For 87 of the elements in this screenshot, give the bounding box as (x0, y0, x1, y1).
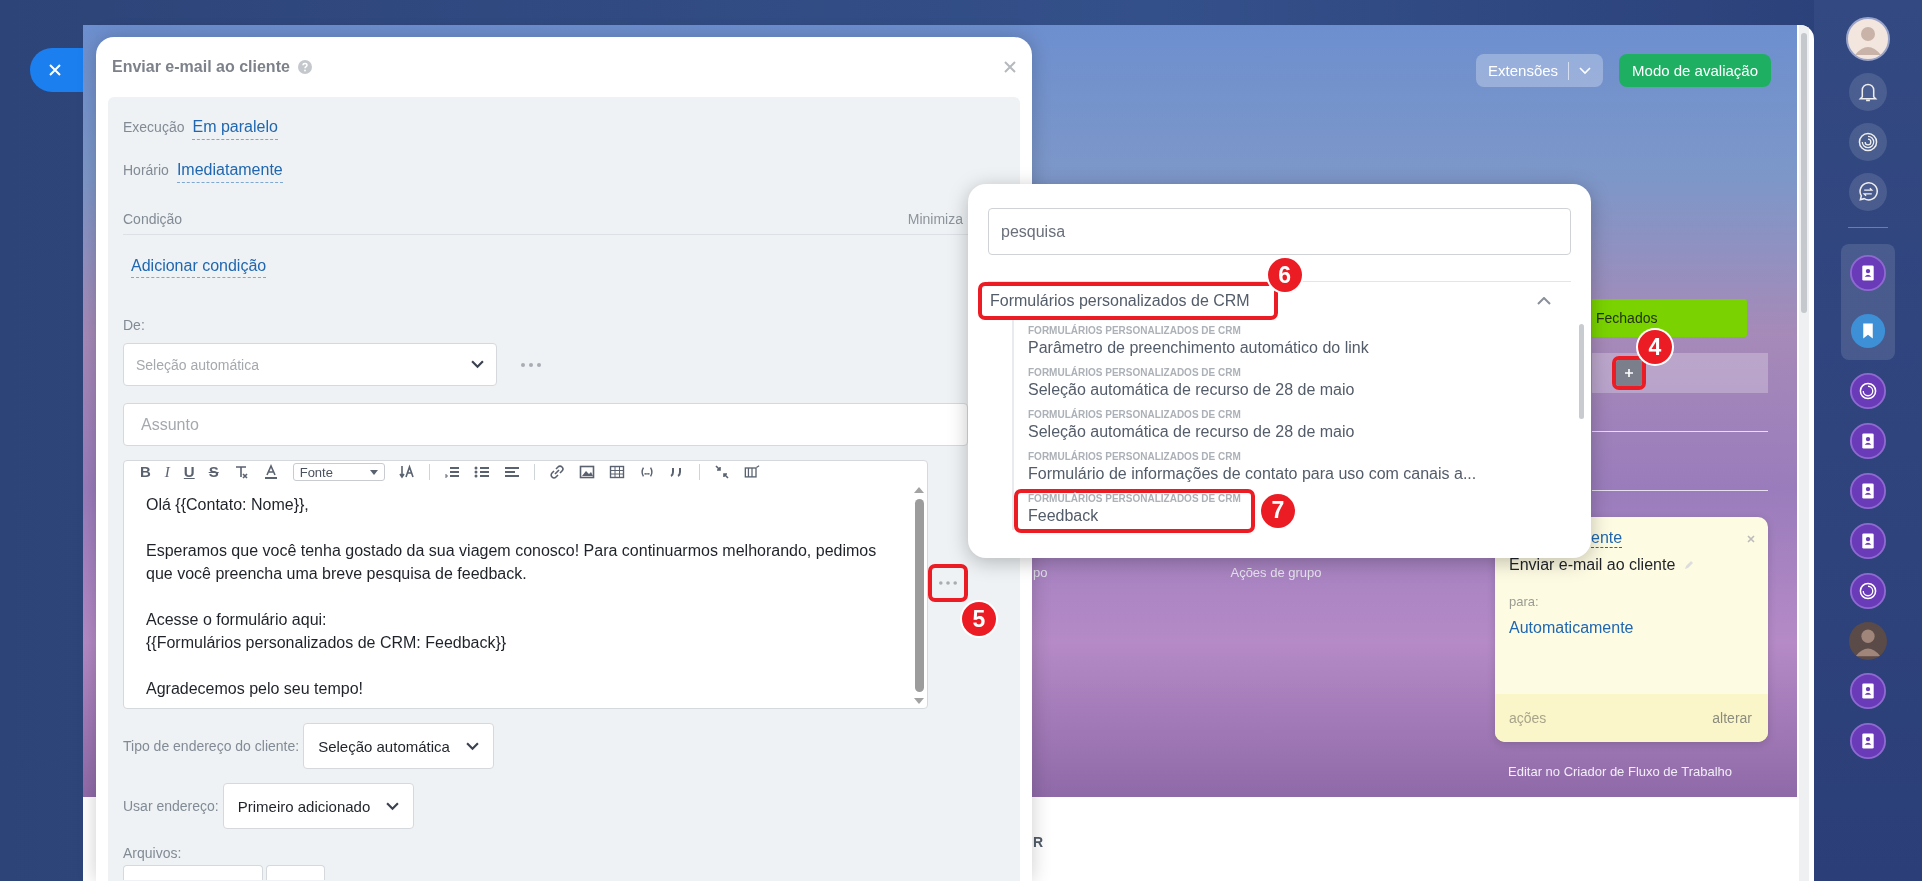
table-icon[interactable] (608, 464, 625, 480)
use-address-select[interactable]: Primeiro adicionado (222, 783, 415, 829)
spiral-icon[interactable] (1849, 572, 1887, 610)
contact-book-icon[interactable] (1849, 254, 1887, 292)
dialog-title: Enviar e-mail ao cliente (112, 58, 290, 76)
bell-icon[interactable] (1849, 73, 1887, 111)
chevron-icon (471, 360, 484, 369)
caret-icon (369, 469, 378, 475)
list-item[interactable]: FORMULÁRIOS PERSONALIZADOS DE CRM Parâmetro de preenchimento automático do link (1028, 325, 1369, 359)
change-link[interactable]: alterar (1712, 710, 1752, 726)
spiral-icon[interactable] (1849, 372, 1887, 410)
scrollbar[interactable] (1799, 25, 1809, 881)
contact-book-icon[interactable] (1849, 472, 1887, 510)
bookmark-icon[interactable] (1849, 312, 1887, 350)
contact-book-icon[interactable] (1849, 672, 1887, 710)
step-marker: 7 (1260, 493, 1295, 528)
item-label: Seleção automática de recurso de 28 de maio (1028, 422, 1355, 442)
format-button[interactable]: I (164, 464, 170, 480)
step-marker: 6 (1267, 258, 1302, 292)
text-color-icon[interactable] (262, 464, 279, 480)
list-item[interactable]: FORMULÁRIOS PERSONALIZADOS DE CRM Seleção automática de recurso de 28 de maio (1028, 367, 1355, 401)
chevron-icon[interactable] (1537, 297, 1551, 305)
plus-icon (1624, 368, 1634, 378)
chevron-icon (386, 801, 400, 811)
card-title: Enviar e-mail ao cliente (1509, 556, 1676, 574)
add-condition-link[interactable]: Adicionar condição (131, 257, 267, 278)
avatar-icon[interactable] (1846, 17, 1890, 61)
recipient-link[interactable]: Automaticamente (1495, 609, 1768, 637)
item-category: FORMULÁRIOS PERSONALIZADOS DE CRM (1028, 493, 1241, 505)
more-icon (939, 581, 957, 585)
item-label: Parâmetro de preenchimento automático do link (1028, 338, 1369, 358)
format-button[interactable]: S (208, 464, 219, 480)
setting-label: Execução (123, 119, 185, 135)
numbered-list-icon[interactable] (443, 464, 460, 480)
address-type-label: Tipo de endereço do cliente: (123, 738, 300, 754)
item-category: FORMULÁRIOS PERSONALIZADOS DE CRM (1028, 367, 1242, 379)
from-label: De: (123, 317, 146, 333)
contact-book-icon[interactable] (1849, 422, 1887, 460)
subject-field[interactable]: Assunto (123, 403, 968, 446)
font-size-icon[interactable] (398, 464, 415, 480)
contact-book-icon[interactable] (1849, 522, 1887, 560)
group-actions-label: Ações de grupo (1230, 565, 1322, 580)
message-paragraph: Agradecemos pelo seu tempo! (146, 679, 364, 699)
column-label: po (1033, 565, 1048, 580)
format-button[interactable]: U (183, 464, 195, 480)
item-category: FORMULÁRIOS PERSONALIZADOS DE CRM (1028, 451, 1242, 463)
section-label: R (1033, 834, 1044, 850)
close-icon (48, 63, 62, 77)
group-heading[interactable]: Formulários personalizados de CRM (990, 292, 1250, 309)
list-item[interactable]: FORMULÁRIOS PERSONALIZADOS DE CRM Formulário de informações de contato para uso com canais a... (1028, 451, 1477, 485)
step-marker: 5 (962, 602, 996, 636)
avatar-icon[interactable] (1849, 622, 1887, 660)
setting-link[interactable]: Imediatamente (176, 161, 283, 183)
condition-label: Condição (123, 211, 183, 227)
font-select[interactable]: Fonte (292, 463, 385, 481)
step-marker: 4 (1638, 330, 1672, 364)
stage-bar[interactable]: Fechados (1592, 299, 1747, 337)
address-type-select[interactable]: Seleção automática (303, 723, 494, 769)
align-icon[interactable] (503, 464, 520, 480)
item-label: Seleção automática de recurso de 28 de maio (1028, 380, 1355, 400)
chat-icon[interactable] (1849, 173, 1887, 211)
format-button[interactable]: B (140, 464, 151, 480)
list-item[interactable]: FORMULÁRIOS PERSONALIZADOS DE CRM Seleção automática de recurso de 28 de maio (1028, 409, 1355, 443)
message-paragraph: Olá {{Contato: Nome}}, (146, 495, 310, 515)
message-paragraph: Acesse o formulário aqui: {{Formulários personalizados de CRM: Feedback}} (146, 610, 508, 653)
workflow-editor-link[interactable]: Editar no Criador de Fluxo de Trabalho (1495, 764, 1768, 779)
item-label: Formulário de informações de contato para uso com canais a... (1028, 464, 1477, 484)
message-paragraph: Esperamos que você tenha gostado da sua viagem conosco! Para continuarmos melhorando, pedimos que você preencha uma breve pesquisa de feedback. (146, 541, 878, 584)
setting-label: Horário (123, 162, 169, 178)
setting-link[interactable]: Em paralelo (192, 118, 278, 140)
item-label: Feedback (1028, 506, 1100, 526)
use-address-label: Usar endereço: (123, 798, 219, 814)
recipient-label: para: (1508, 593, 1540, 609)
collapse-icon[interactable] (713, 464, 730, 480)
link-icon[interactable] (548, 464, 565, 480)
item-category: FORMULÁRIOS PERSONALIZADOS DE CRM (1028, 409, 1242, 421)
item-category: FORMULÁRIOS PERSONALIZADOS DE CRM (1028, 325, 1242, 337)
bullet-list-icon[interactable] (473, 464, 490, 480)
search-field[interactable]: pesquisa (988, 208, 1571, 255)
files-label: Arquivos: (123, 845, 183, 861)
image-icon[interactable] (578, 464, 595, 480)
spiral-icon[interactable] (1849, 123, 1887, 161)
list-item[interactable]: FORMULÁRIOS PERSONALIZADOS DE CRM Feedback (1028, 493, 1241, 527)
contact-book-icon[interactable] (1849, 722, 1887, 760)
chevron-icon (465, 741, 479, 751)
text-editor[interactable] (123, 460, 928, 709)
caret-icon (1579, 66, 1592, 75)
